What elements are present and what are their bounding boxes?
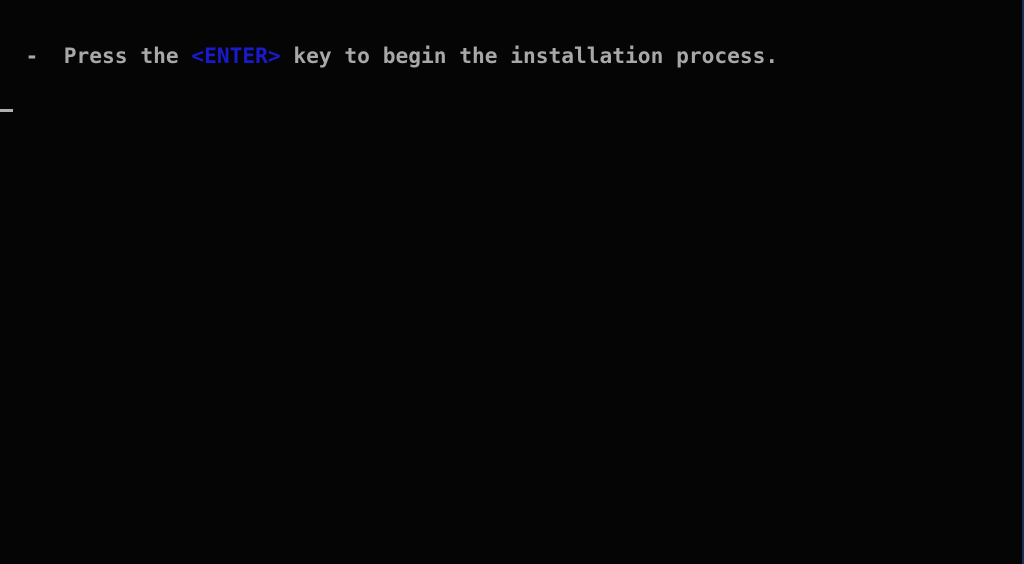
enter-key-label: <ENTER> [191, 43, 281, 68]
prompt-text-after: key to begin the installation process. [280, 43, 779, 68]
console-screen: - Press the <ENTER> key to begin the ins… [0, 0, 1024, 564]
bullet-dash: - [0, 43, 64, 68]
install-prompt-line: - Press the <ENTER> key to begin the ins… [0, 43, 779, 68]
prompt-text-before: Press the [63, 43, 192, 68]
text-cursor [0, 109, 13, 112]
